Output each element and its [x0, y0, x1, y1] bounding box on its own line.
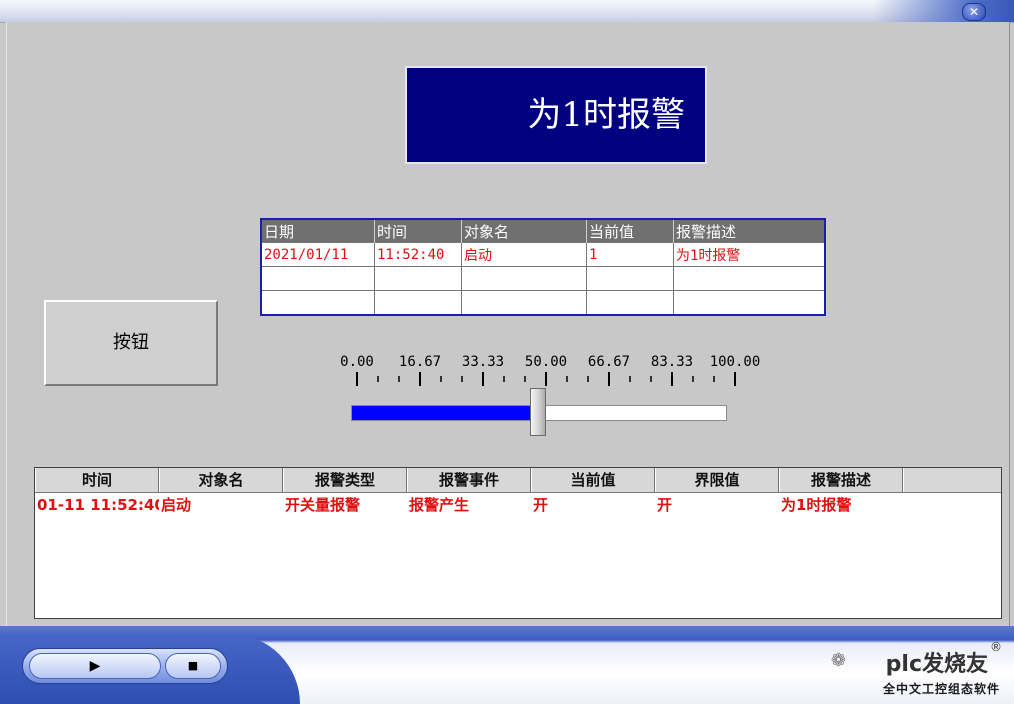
- cell-description: 为1时报警: [673, 242, 826, 267]
- cell-date: [261, 266, 375, 291]
- list-cell-limit-value: 开: [657, 496, 673, 514]
- table-row[interactable]: 2021/01/11 11:52:40 启动 1 为1时报警: [261, 242, 826, 267]
- title-bar: ✕: [0, 0, 1014, 23]
- play-icon: ▶: [89, 658, 101, 674]
- scale-label: 100.00: [710, 354, 761, 370]
- list-header-filler: [903, 468, 1001, 492]
- list-cell-object: 启动: [161, 496, 192, 514]
- cell-time: 11:52:40: [374, 242, 462, 267]
- cell-date: [261, 290, 375, 315]
- cell-object: [461, 266, 587, 291]
- alarm-list-header: 时间 对象名 报警类型 报警事件 当前值 界限值 报警描述: [35, 468, 1001, 493]
- main-panel: 为1时报警 日期 时间 对象名 当前值 报警描述 2021/01/11 11:5…: [6, 22, 1010, 626]
- scale-label: 66.67: [588, 354, 630, 370]
- action-button[interactable]: 按钮: [44, 300, 218, 386]
- alarm-table: 日期 时间 对象名 当前值 报警描述 2021/01/11 11:52:40 启…: [260, 218, 826, 316]
- alarm-list: 时间 对象名 报警类型 报警事件 当前值 界限值 报警描述 01-11 11:5…: [34, 467, 1002, 619]
- stop-icon: ■: [187, 659, 199, 672]
- trademark: ®: [990, 640, 1002, 654]
- scale-label: 83.33: [651, 354, 693, 370]
- table-row[interactable]: [261, 266, 826, 291]
- cell-description: [673, 290, 826, 315]
- list-header-limit-value[interactable]: 界限值: [655, 468, 779, 492]
- close-button[interactable]: ✕: [962, 3, 986, 21]
- table-row[interactable]: [261, 290, 826, 315]
- slider-scale: 0.00 16.67 33.33 50.00 66.67 83.33 100.00: [340, 354, 761, 386]
- list-cell-time: 01-11 11:52:40: [37, 496, 159, 514]
- slider-thumb[interactable]: [530, 388, 546, 436]
- cell-value: [586, 290, 674, 315]
- play-button[interactable]: ▶: [29, 653, 161, 679]
- list-item[interactable]: 01-11 11:52:40 启动 开关量报警 报警产生 开 开 为1时报警: [35, 493, 1001, 515]
- cell-object: 启动: [461, 242, 587, 267]
- list-cell-alarm-event: 报警产生: [409, 496, 470, 514]
- scale-label: 33.33: [462, 354, 504, 370]
- cell-object: [461, 290, 587, 315]
- bottom-bar: ▶ ■ ❁ plc发烧友 ® 全中文工控组态软件: [0, 626, 1014, 704]
- scale-label: 50.00: [525, 354, 567, 370]
- column-header-description: 报警描述: [673, 219, 826, 243]
- stop-button[interactable]: ■: [165, 653, 221, 679]
- column-header-time: 时间: [374, 219, 462, 243]
- wechat-icon: ❁: [830, 650, 846, 671]
- cell-value: 1: [586, 242, 674, 267]
- list-header-alarm-type[interactable]: 报警类型: [283, 468, 407, 492]
- list-cell-alarm-type: 开关量报警: [285, 496, 361, 514]
- list-header-alarm-event[interactable]: 报警事件: [407, 468, 531, 492]
- player-controls: ▶ ■: [22, 648, 228, 684]
- watermark: plc发烧友: [885, 652, 988, 677]
- close-icon: ✕: [968, 5, 980, 19]
- column-header-object: 对象名: [461, 219, 587, 243]
- cell-description: [673, 266, 826, 291]
- brand-subtitle: 全中文工控组态软件: [882, 682, 1000, 696]
- alarm-title-banner: 为1时报警: [405, 66, 707, 164]
- column-header-date: 日期: [261, 219, 375, 243]
- list-header-current-value[interactable]: 当前值: [531, 468, 655, 492]
- title-bar-accent: [874, 0, 1014, 22]
- list-cell-current-value: 开: [533, 496, 549, 514]
- cell-value: [586, 266, 674, 291]
- slider-fill: [352, 406, 539, 420]
- list-header-description[interactable]: 报警描述: [779, 468, 903, 492]
- list-cell-description: 为1时报警: [781, 496, 852, 514]
- scale-label: 0.00: [340, 354, 374, 370]
- list-header-object[interactable]: 对象名: [159, 468, 283, 492]
- cell-time: [374, 266, 462, 291]
- list-header-time[interactable]: 时间: [35, 468, 159, 492]
- scale-label: 16.67: [399, 354, 441, 370]
- cell-date: 2021/01/11: [261, 242, 375, 267]
- column-header-value: 当前值: [586, 219, 674, 243]
- alarm-table-header: 日期 时间 对象名 当前值 报警描述: [261, 219, 826, 243]
- cell-time: [374, 290, 462, 315]
